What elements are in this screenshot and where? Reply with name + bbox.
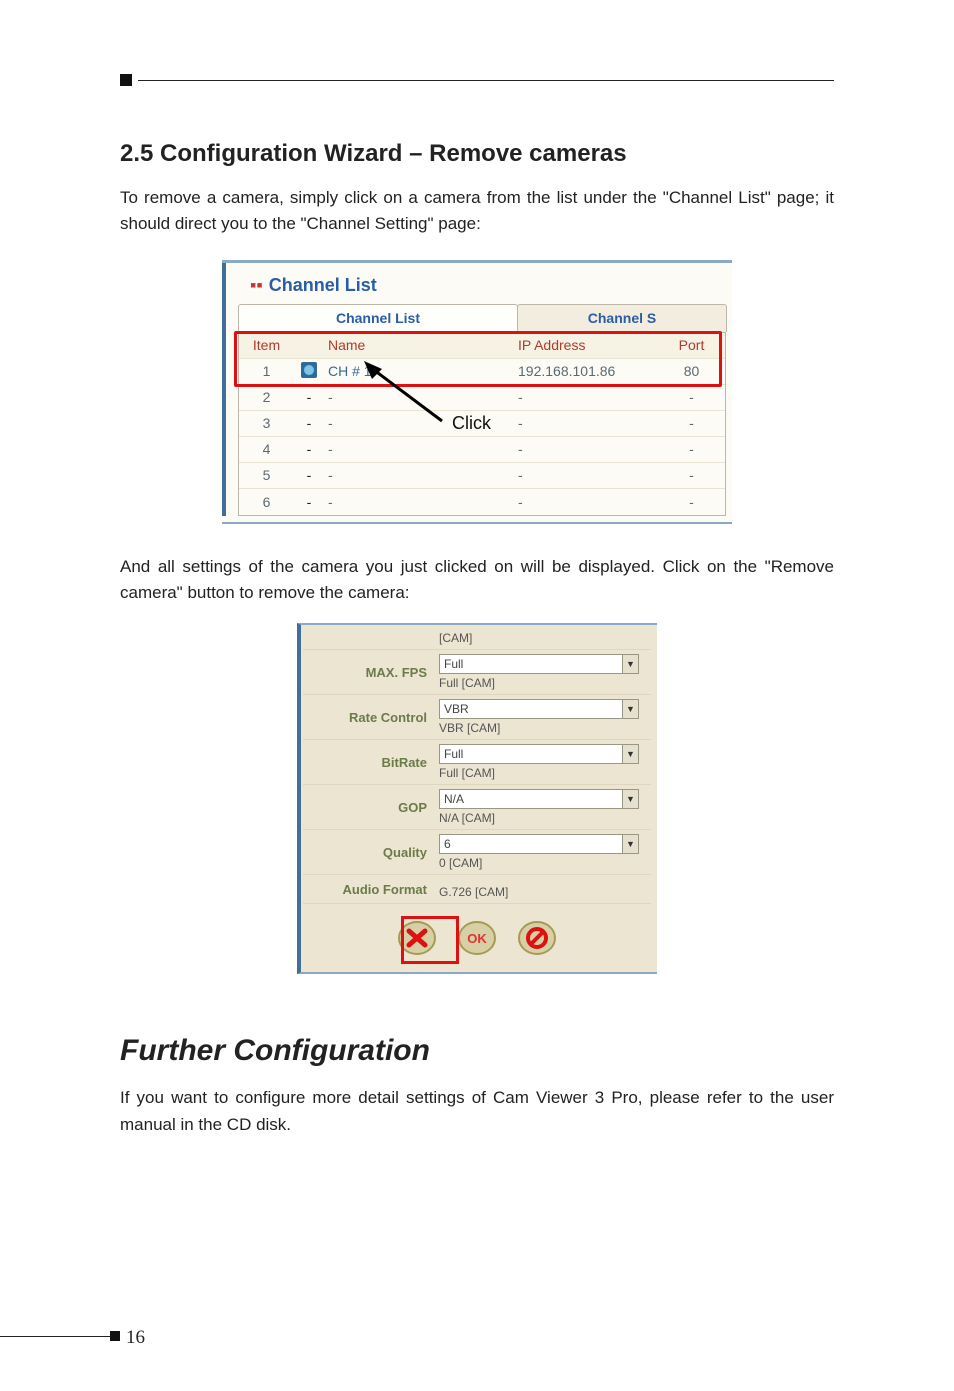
label-gop: GOP [303,785,433,829]
cam-value: [CAM] [439,629,645,645]
label-quality: Quality [303,830,433,874]
table-row[interactable]: 6 - - - - [239,489,725,515]
cell-item: 2 [239,389,294,405]
gop-sub: N/A [CAM] [439,809,645,825]
cell-ip: 192.168.101.86 [514,363,664,379]
paragraph-1: To remove a camera, simply click on a ca… [120,185,834,238]
remove-icon [395,919,439,957]
settings-row-maxfps: MAX. FPS Full▼ Full [CAM] [303,650,651,695]
col-port: Port [664,337,719,353]
settings-row-cam: [CAM] [303,625,651,650]
cell-ip: - [514,441,664,457]
cell-port: - [664,415,719,431]
paragraph-3: If you want to configure more detail set… [120,1085,834,1138]
grid-header-row: Item Name IP Address Port [239,333,725,359]
cell-name: CH # 1 [324,363,514,379]
settings-row-audio: Audio Format G.726 [CAM] [303,875,651,904]
chevron-down-icon: ▼ [622,700,638,718]
chevron-down-icon: ▼ [622,790,638,808]
channel-list-title: ▪▪Channel List [226,273,732,304]
ok-icon: OK [455,919,499,957]
cell-ip: - [514,494,664,510]
cell-ip: - [514,467,664,483]
cell-icon: - [294,415,324,431]
maxfps-dropdown[interactable]: Full▼ [439,654,639,674]
cell-item: 3 [239,415,294,431]
cell-port: 80 [664,363,719,379]
cell-icon: - [294,467,324,483]
quality-sub: 0 [CAM] [439,854,645,870]
svg-text:OK: OK [467,931,487,946]
settings-row-ratecontrol: Rate Control VBR▼ VBR [CAM] [303,695,651,740]
audio-value: G.726 [CAM] [439,879,645,899]
table-row[interactable]: 2 - - - - [239,385,725,411]
cell-icon: - [294,441,324,457]
cell-item: 6 [239,494,294,510]
footer-square-icon [110,1331,120,1341]
button-row: OK [303,904,651,962]
col-name: Name [324,337,514,353]
settings-screenshot: [CAM] MAX. FPS Full▼ Full [CAM] Rate Con… [297,623,657,974]
tab-channel-list[interactable]: Channel List [238,304,518,332]
channel-list-screenshot: ▪▪Channel List Channel List Channel S It… [222,260,732,524]
cell-name: - [324,494,514,510]
chevron-down-icon: ▼ [622,745,638,763]
page-number: 16 [126,1327,145,1349]
maxfps-sub: Full [CAM] [439,674,645,690]
header-square-icon [120,74,132,86]
ok-button[interactable]: OK [454,918,500,958]
cell-item: 5 [239,467,294,483]
tabs-row: Channel List Channel S [238,304,732,332]
chevron-down-icon: ▼ [622,655,638,673]
remove-camera-button[interactable] [394,918,440,958]
cell-item: 1 [239,363,294,379]
table-row[interactable]: 5 - - - - [239,463,725,489]
cell-port: - [664,467,719,483]
quality-dropdown[interactable]: 6▼ [439,834,639,854]
cell-item: 4 [239,441,294,457]
settings-row-bitrate: BitRate Full▼ Full [CAM] [303,740,651,785]
cell-name: - [324,467,514,483]
header-rule [120,80,834,100]
browser-icon [294,362,324,381]
label-bitrate: BitRate [303,740,433,784]
settings-row-quality: Quality 6▼ 0 [CAM] [303,830,651,875]
col-item: Item [239,337,294,353]
cell-port: - [664,389,719,405]
section-heading: 2.5 Configuration Wizard – Remove camera… [120,140,834,168]
cell-icon: - [294,494,324,510]
cancel-icon [515,919,559,957]
cell-ip: - [514,389,664,405]
click-annotation: Click [452,413,491,434]
paragraph-2: And all settings of the camera you just … [120,554,834,607]
chevron-down-icon: ▼ [622,835,638,853]
cell-port: - [664,441,719,457]
table-row[interactable]: 1 CH # 1 192.168.101.86 80 [239,359,725,385]
label-ratecontrol: Rate Control [303,695,433,739]
cell-icon: - [294,389,324,405]
table-row[interactable]: 4 - - - - [239,437,725,463]
label-maxfps: MAX. FPS [303,650,433,694]
ratecontrol-dropdown[interactable]: VBR▼ [439,699,639,719]
cell-ip: - [514,415,664,431]
cancel-button[interactable] [514,918,560,958]
cell-name: - [324,389,514,405]
title-bullet-icon: ▪▪ [250,275,263,295]
page-footer: 16 [0,1327,954,1347]
gop-dropdown[interactable]: N/A▼ [439,789,639,809]
settings-row-gop: GOP N/A▼ N/A [CAM] [303,785,651,830]
col-ip: IP Address [514,337,664,353]
bitrate-dropdown[interactable]: Full▼ [439,744,639,764]
ratecontrol-sub: VBR [CAM] [439,719,645,735]
tab-channel-settings[interactable]: Channel S [517,304,727,332]
further-config-heading: Further Configuration [120,1034,834,1068]
cell-name: - [324,441,514,457]
label-audio: Audio Format [303,875,433,903]
bitrate-sub: Full [CAM] [439,764,645,780]
cell-port: - [664,494,719,510]
